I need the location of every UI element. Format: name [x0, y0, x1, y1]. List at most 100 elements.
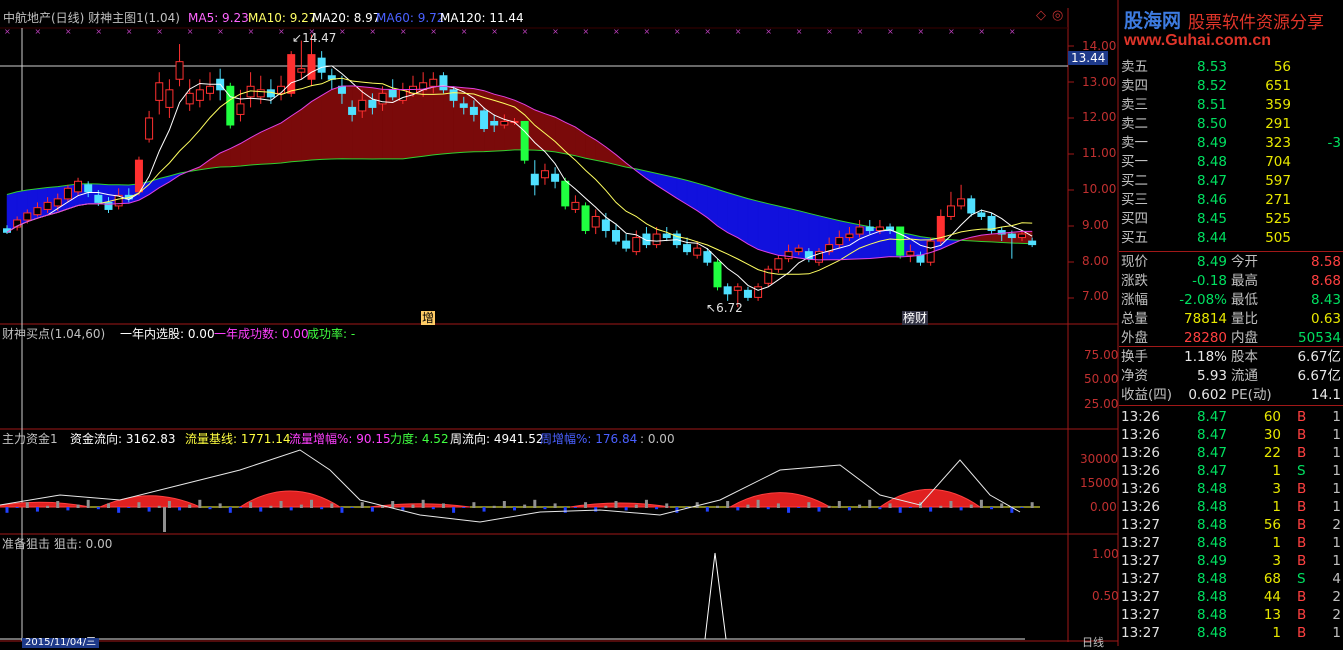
candle-body: [358, 99, 367, 112]
panel3-extra: : 0.00: [640, 432, 675, 446]
tick-volume: 13: [1263, 607, 1281, 623]
signal-marker: ×: [765, 27, 772, 36]
flow-bar: [614, 501, 618, 508]
flow-hump: [99, 495, 201, 508]
trend-band: [6, 85, 1033, 261]
flow-hump: [238, 490, 342, 508]
tick-row: 13:27 8.48 56 B 2: [1119, 516, 1343, 535]
order-row: 卖二 8.50 291: [1119, 115, 1343, 134]
band-segment: [240, 137, 251, 167]
candle-body: [916, 254, 925, 263]
high-annotation: ↙14.47: [292, 31, 337, 45]
candle-body: [33, 207, 42, 216]
flow-bar: [1020, 507, 1024, 508]
order-row: 卖三 8.51 359: [1119, 96, 1343, 115]
tick-side: S: [1297, 571, 1306, 587]
candle-body: [845, 233, 854, 239]
flow-bar: [96, 507, 100, 510]
flow-bar: [228, 507, 232, 513]
stat-value: 8.43: [1310, 292, 1341, 308]
price-tick: 13.00: [1082, 75, 1117, 89]
flow-bar: [5, 507, 9, 513]
order-price: 8.51: [1196, 97, 1227, 113]
flow-bar: [188, 504, 192, 508]
band-segment: [351, 85, 363, 160]
flow-bar: [716, 505, 719, 508]
tick-row: 13:27 8.49 3 B 1: [1119, 552, 1343, 571]
flow-bar: [817, 507, 821, 512]
settings-icon[interactable]: ◎: [1052, 9, 1063, 23]
signal-marker: ×: [643, 27, 650, 36]
stat-value: 8.68: [1310, 273, 1341, 289]
panel2-text1: 一年内选股: 0.00: [120, 327, 215, 341]
order-price: 8.45: [1196, 211, 1227, 227]
order-volume: 651: [1265, 78, 1291, 94]
flow-bar: [208, 507, 212, 510]
candle-body: [794, 247, 803, 253]
order-row: 买五 8.44 505: [1119, 229, 1343, 248]
tick-volume: 1: [1272, 535, 1281, 551]
stat-label: 涨幅: [1121, 292, 1148, 308]
tick-price: 8.48: [1196, 625, 1227, 641]
tick-volume: 60: [1263, 409, 1281, 425]
order-volume: 291: [1265, 116, 1291, 132]
signal-marker: ×: [369, 27, 376, 36]
price-tick: 7.00: [1082, 289, 1109, 303]
tick-row: 13:26 8.47 22 B 1: [1119, 444, 1343, 463]
order-price: 8.44: [1196, 230, 1227, 246]
order-price: 8.50: [1196, 116, 1227, 132]
candlestick-series: × × × × × × × × × × × × × × × × × × × × × × × × × × × × × × × × × ×: [3, 27, 1037, 308]
candle-body: [185, 92, 194, 105]
candle-body: [540, 170, 549, 179]
fund-label: 流通: [1231, 368, 1258, 384]
stat-label: 最高: [1231, 273, 1258, 289]
flow-bar: [776, 503, 780, 508]
band-segment: [778, 205, 789, 257]
order-row: 卖一 8.49 323 -3: [1119, 134, 1343, 153]
signal-tag-caishen: 榜财: [902, 311, 929, 325]
flow-bar: [726, 501, 730, 508]
flow-bar: [56, 501, 60, 508]
candle-body: [581, 205, 590, 232]
fund-row: 收益(四) 0.602 PE(动) 14.1: [1119, 386, 1343, 405]
candle-body: [388, 89, 397, 98]
flow-bar: [441, 503, 445, 508]
tick-price: 8.47: [1196, 409, 1227, 425]
tick-row: 13:26 8.47 30 B 1: [1119, 426, 1343, 445]
flow-bar: [269, 505, 273, 508]
tick-row: 13:27 8.48 68 S 4: [1119, 570, 1343, 589]
candle-body: [43, 201, 52, 210]
flow-bar: [624, 507, 628, 511]
diamond-icon[interactable]: ◇: [1036, 9, 1046, 23]
candle-body: [500, 120, 509, 126]
tick-row: 13:26 8.47 60 B 1: [1119, 408, 1343, 427]
tick-time: 13:27: [1121, 553, 1160, 569]
band-segment: [321, 89, 333, 160]
order-price: 8.53: [1196, 59, 1227, 75]
panel3-strength: 力度: 4.52: [390, 432, 449, 446]
weekly-flow-line: [0, 449, 1021, 523]
signal-marker: ×: [613, 27, 620, 36]
order-change: -3: [1327, 135, 1341, 151]
signal-marker: ×: [430, 27, 437, 36]
band-segment: [991, 233, 1002, 243]
stat-label: 量比: [1231, 311, 1258, 327]
candle-body: [368, 99, 377, 108]
stat-value: 0.63: [1310, 311, 1341, 327]
period-label[interactable]: 日线: [1082, 636, 1104, 650]
band-segment: [219, 148, 231, 168]
band-segment: [879, 228, 891, 258]
tick-row: 13:27 8.48 1 B 1: [1119, 624, 1343, 643]
flow-bar: [66, 507, 70, 511]
signal-marker: ×: [552, 27, 559, 36]
flow-bar: [594, 507, 598, 512]
signal-marker: ×: [857, 27, 864, 36]
candle-body: [165, 89, 174, 108]
order-label: 买五: [1121, 230, 1148, 246]
tick-count: 2: [1332, 589, 1341, 605]
candle-body: [63, 187, 72, 200]
low-annotation: ↖6.72: [706, 301, 743, 315]
flow-bar: [1000, 503, 1004, 508]
candle-body: [520, 120, 529, 161]
flow-bar: [35, 507, 39, 512]
